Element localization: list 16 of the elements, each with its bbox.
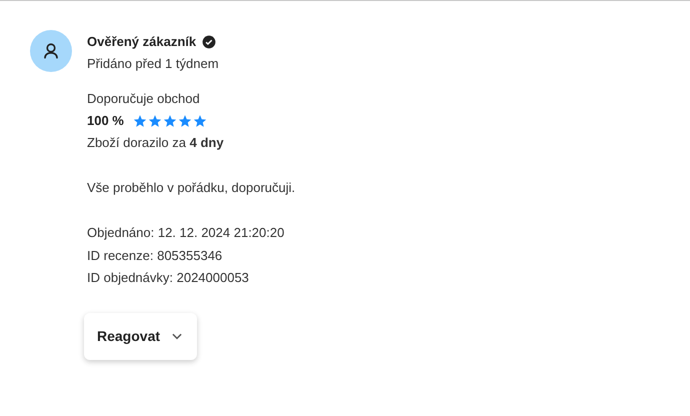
recommendation-label: Doporučuje obchod	[87, 90, 201, 108]
star-icon	[148, 114, 162, 128]
delivery-time: Zboží dorazilo za 4 dny	[87, 134, 225, 152]
order-detail: Objednáno: 12. 12. 2024 21:20:20	[87, 224, 286, 242]
order-detail: ID objednávky: 2024000053	[87, 269, 250, 287]
star-icon	[192, 114, 207, 128]
reply-button[interactable]: Reagovat	[84, 312, 198, 360]
review-comment: Vše proběhlo v pořádku, doporučuji.	[87, 179, 296, 197]
order-detail: ID recenze: 805355346	[87, 246, 224, 264]
posted-time: Přidáno před 1 týdnem	[87, 55, 220, 73]
recommendation-percent: 100 %	[87, 112, 124, 130]
reviewer-name: Ověřený zákazník	[87, 33, 196, 51]
star-icon	[178, 114, 192, 128]
star-icon	[132, 114, 147, 128]
avatar-icon	[30, 30, 72, 72]
star-icon	[162, 114, 177, 128]
